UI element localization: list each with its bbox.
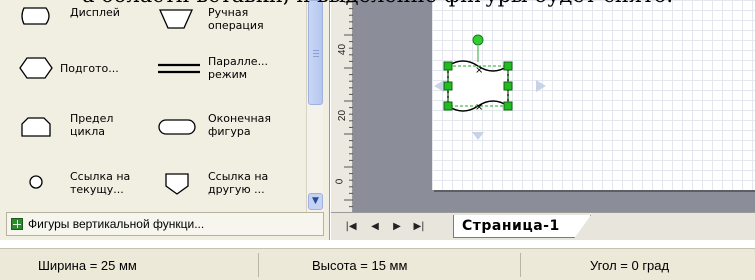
loop-limit-shape-icon xyxy=(21,117,51,137)
shape-label-terminator: Оконечная фигура xyxy=(208,112,272,138)
last-page-button[interactable]: ▶| xyxy=(411,220,427,234)
tab-page-1-label: Страница-1 xyxy=(462,218,560,234)
status-separator xyxy=(258,253,259,277)
tab-page-1[interactable]: Страница-1 xyxy=(453,215,591,238)
status-angle: Угол = 0 град xyxy=(590,258,670,273)
status-separator xyxy=(520,253,521,277)
status-height: Высота = 15 мм xyxy=(312,258,408,273)
scrollbar-thumb[interactable] xyxy=(308,0,323,105)
prev-page-button[interactable]: ◀ xyxy=(367,220,383,234)
svg-text:×: × xyxy=(475,102,483,113)
shape-label-parallel-mode: Паралле... режим xyxy=(208,55,269,81)
page-tabs-bar: |◀ ◀ ▶ ▶| Страница-1 xyxy=(331,212,755,240)
shape-parallel-mode[interactable]: Паралле... режим xyxy=(156,52,306,92)
terminator-shape-icon xyxy=(158,119,196,135)
shapes-panel-scrollbar[interactable]: ▼ xyxy=(306,0,323,212)
stencil-title-bar[interactable]: Фигуры вертикальной функци... xyxy=(6,212,324,236)
vertical-ruler: 40 20 0 xyxy=(331,0,353,212)
stencil-grid-icon xyxy=(11,218,23,230)
shape-loop-limit[interactable]: Предел цикла xyxy=(18,108,158,148)
drawing-page[interactable]: × × xyxy=(432,0,755,190)
first-page-button[interactable]: |◀ xyxy=(343,220,359,234)
preparation-shape-icon xyxy=(19,57,53,79)
shape-label-on-page-reference: Ссылка на текущу... xyxy=(70,170,131,196)
shape-off-page-reference[interactable]: Ссылка на другую ... xyxy=(156,164,306,204)
shape-label-preparation: Подгото... xyxy=(60,62,119,75)
shape-terminator[interactable]: Оконечная фигура xyxy=(156,108,306,148)
visio-window: Дисплей Ручная операция Подгото... Парал… xyxy=(0,0,755,280)
shapes-panel: Дисплей Ручная операция Подгото... Парал… xyxy=(0,0,330,240)
next-page-button[interactable]: ▶ xyxy=(389,220,405,234)
shape-preparation[interactable]: Подгото... xyxy=(18,52,158,92)
on-page-reference-shape-icon xyxy=(29,175,43,189)
drawing-canvas[interactable]: × × xyxy=(354,0,755,212)
status-bar: Ширина = 25 мм Высота = 15 мм Угол = 0 г… xyxy=(0,248,755,280)
selected-shape[interactable]: × × xyxy=(432,0,572,140)
ruler-label-40: 40 xyxy=(337,43,349,56)
off-page-reference-shape-icon xyxy=(165,173,189,195)
chevron-down-icon: ▼ xyxy=(312,196,319,206)
shape-label-loop-limit: Предел цикла xyxy=(70,112,114,138)
svg-text:×: × xyxy=(475,65,483,76)
shape-on-page-reference[interactable]: Ссылка на текущу... xyxy=(18,164,158,204)
status-width: Ширина = 25 мм xyxy=(38,258,137,273)
scroll-down-button[interactable]: ▼ xyxy=(308,193,323,210)
rotation-handle[interactable] xyxy=(472,34,484,46)
drawing-area: 40 20 0 × × |◀ ◀ ▶ ▶| Страница-1 xyxy=(331,0,755,240)
ruler-label-20: 20 xyxy=(337,109,349,122)
document-caption: а области вставки, и выделение фигуры бу… xyxy=(0,0,755,10)
shape-label-off-page-reference: Ссылка на другую ... xyxy=(208,170,269,196)
ruler-label-0: 0 xyxy=(334,178,346,185)
stencil-title: Фигуры вертикальной функци... xyxy=(28,217,205,231)
parallel-mode-shape-icon xyxy=(158,63,200,74)
